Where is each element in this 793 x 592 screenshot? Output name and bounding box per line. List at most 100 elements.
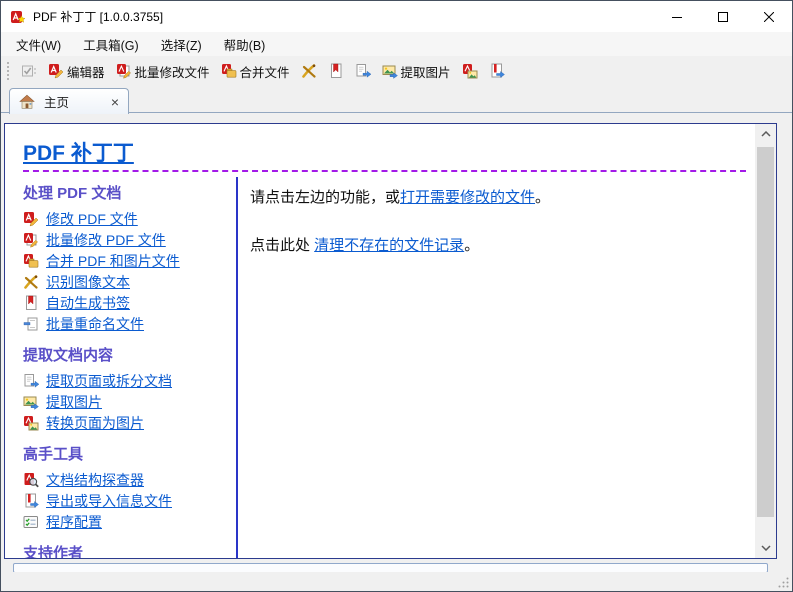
- menu-help[interactable]: 帮助(B): [213, 32, 277, 57]
- extract-pages-link[interactable]: 提取页面或拆分文档: [23, 370, 236, 391]
- auto-bookmark-link[interactable]: 自动生成书签: [23, 292, 236, 313]
- toolbar-button-label: 批量修改文件: [135, 62, 210, 81]
- feature-link-label[interactable]: 提取图片: [46, 392, 102, 412]
- vertical-scrollbar[interactable]: [755, 124, 776, 558]
- feature-link-label[interactable]: 批量重命名文件: [46, 314, 144, 334]
- titlebar: PDF 补丁丁 [1.0.0.3755]: [1, 1, 792, 32]
- menu-toolbox[interactable]: 工具箱(G): [72, 32, 150, 57]
- feature-link-label[interactable]: 批量修改 PDF 文件: [46, 230, 166, 250]
- section-heading-advanced: 高手工具: [23, 443, 236, 464]
- feature-link-label[interactable]: 文档结构探查器: [46, 470, 144, 490]
- home-icon: [19, 94, 35, 110]
- bookmark-icon: [328, 63, 344, 79]
- import-export-link[interactable]: 导出或导入信息文件: [23, 490, 236, 511]
- merge-files-icon: [221, 63, 237, 79]
- rename-icon: [23, 316, 39, 332]
- ocr-button[interactable]: [297, 60, 321, 82]
- select-text-toggle[interactable]: [17, 60, 41, 82]
- maximize-button[interactable]: [700, 1, 746, 32]
- clean-history-link[interactable]: 清理不存在的文件记录: [314, 237, 464, 254]
- toolbar-gripper[interactable]: [7, 62, 12, 80]
- feature-link-label[interactable]: 程序配置: [46, 512, 102, 532]
- notice-text: 。: [535, 189, 550, 206]
- bookmark-button[interactable]: [324, 60, 348, 82]
- extract-pages-icon: [355, 63, 371, 79]
- menu-select[interactable]: 选择(Z): [150, 32, 213, 57]
- page-to-image-button[interactable]: [458, 60, 482, 82]
- batch-rename-link[interactable]: 批量重命名文件: [23, 313, 236, 334]
- ocr-icon: [23, 274, 39, 290]
- feature-link-label[interactable]: 提取页面或拆分文档: [46, 371, 172, 391]
- extract-images-icon: [23, 394, 39, 410]
- app-window: PDF 补丁丁 [1.0.0.3755] 文件(W) 工具箱(G) 选择(Z) …: [0, 0, 793, 592]
- window-title: PDF 补丁丁 [1.0.0.3755]: [33, 8, 163, 25]
- main-panel: PDF 补丁丁 处理 PDF 文档 修改 PDF 文件 批量修改 PDF 文件: [4, 123, 777, 559]
- notice-text: 。: [464, 237, 479, 254]
- toolbar-button-label: 编辑器: [67, 62, 105, 81]
- extract-images-link[interactable]: 提取图片: [23, 391, 236, 412]
- toolbar-button-label: 合并文件: [240, 62, 290, 81]
- merge-button[interactable]: 合并文件: [217, 59, 294, 84]
- dashed-divider: [23, 170, 746, 172]
- convert-pages-link[interactable]: 转换页面为图片: [23, 412, 236, 433]
- scroll-down-arrow-icon[interactable]: [755, 540, 776, 556]
- tab-strip: 主页 ×: [1, 86, 792, 113]
- export-doc-icon: [489, 63, 505, 79]
- extract-images-button[interactable]: 提取图片: [378, 59, 455, 84]
- editor-button[interactable]: 编辑器: [44, 59, 109, 84]
- modify-pdf-link[interactable]: 修改 PDF 文件: [23, 208, 236, 229]
- tab-home-label: 主页: [44, 92, 69, 111]
- feature-link-label[interactable]: 识别图像文本: [46, 272, 130, 292]
- merge-files-icon: [23, 253, 39, 269]
- extract-pages-icon: [23, 373, 39, 389]
- notice-text: 点击此处: [250, 237, 314, 254]
- notice-line-2: 点击此处 清理不存在的文件记录。: [250, 234, 754, 255]
- select-text-checkbox-icon: [21, 63, 37, 79]
- pdf-batch-icon: [116, 63, 132, 79]
- feature-list: 处理 PDF 文档 修改 PDF 文件 批量修改 PDF 文件 合并 PDF 和…: [23, 177, 236, 558]
- menu-bar: 文件(W) 工具箱(G) 选择(Z) 帮助(B): [1, 32, 792, 56]
- tab-home[interactable]: 主页 ×: [9, 88, 129, 114]
- import-export-icon: [23, 493, 39, 509]
- close-button[interactable]: [746, 1, 792, 32]
- feature-link-label[interactable]: 转换页面为图片: [46, 413, 144, 433]
- menu-file[interactable]: 文件(W): [5, 32, 72, 57]
- section-heading-process-pdf: 处理 PDF 文档: [23, 182, 236, 203]
- feature-link-label[interactable]: 自动生成书签: [46, 293, 130, 313]
- feature-link-label[interactable]: 导出或导入信息文件: [46, 491, 172, 511]
- page-to-image-icon: [23, 415, 39, 431]
- notice-line-1: 请点击左边的功能，或打开需要修改的文件。: [250, 186, 754, 207]
- merge-pdf-images-link[interactable]: 合并 PDF 和图片文件: [23, 250, 236, 271]
- pdf-batch-icon: [23, 232, 39, 248]
- batch-modify-button[interactable]: 批量修改文件: [112, 59, 214, 84]
- feature-link-label[interactable]: 修改 PDF 文件: [46, 209, 138, 229]
- extract-images-icon: [382, 63, 398, 79]
- notice-text: 请点击左边的功能，或: [250, 189, 400, 206]
- open-file-link[interactable]: 打开需要修改的文件: [400, 189, 535, 206]
- extract-pages-button[interactable]: [351, 60, 375, 82]
- ocr-link[interactable]: 识别图像文本: [23, 271, 236, 292]
- toolbar-button-label: 提取图片: [401, 62, 451, 81]
- config-icon: [23, 514, 39, 530]
- minimize-button[interactable]: [654, 1, 700, 32]
- page-to-image-icon: [462, 63, 478, 79]
- pdf-edit-icon: [23, 211, 39, 227]
- notice-area: 请点击左边的功能，或打开需要修改的文件。 点击此处 清理不存在的文件记录。: [236, 177, 754, 558]
- batch-modify-pdf-link[interactable]: 批量修改 PDF 文件: [23, 229, 236, 250]
- tab-close-icon[interactable]: ×: [111, 95, 119, 109]
- resize-grip[interactable]: [777, 576, 790, 589]
- inspector-icon: [23, 472, 39, 488]
- config-link[interactable]: 程序配置: [23, 511, 236, 532]
- bookmark-icon: [23, 295, 39, 311]
- ocr-icon: [301, 63, 317, 79]
- toolbar: 编辑器 批量修改文件 合并文件 提取图片: [1, 56, 792, 86]
- section-heading-extract: 提取文档内容: [23, 344, 236, 365]
- app-icon: [10, 9, 26, 25]
- inspector-link[interactable]: 文档结构探查器: [23, 469, 236, 490]
- feature-link-label[interactable]: 合并 PDF 和图片文件: [46, 251, 180, 271]
- vertical-scrollbar-thumb[interactable]: [757, 147, 774, 517]
- status-bar: [1, 572, 792, 591]
- scroll-up-arrow-icon[interactable]: [755, 126, 776, 142]
- export-doc-button[interactable]: [485, 60, 509, 82]
- page-title[interactable]: PDF 补丁丁: [23, 137, 134, 167]
